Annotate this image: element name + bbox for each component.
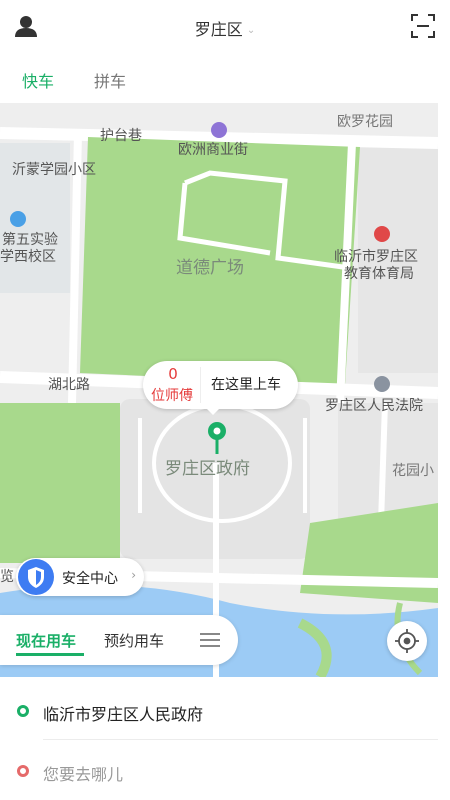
destination-row[interactable]: 您要去哪儿	[0, 741, 450, 799]
safety-center-label: 安全中心	[62, 571, 118, 587]
map-label-daode: 道德广场	[176, 258, 244, 278]
map-label-lan: 览	[0, 569, 14, 585]
top-bar: 罗庄区 ⌄	[0, 0, 450, 56]
driver-count-label: 位师傅	[151, 388, 193, 404]
map-label-ouzhou: 欧洲商业街	[178, 142, 248, 158]
active-tab-underline	[16, 653, 84, 656]
map-label-zhengfu: 罗庄区政府	[165, 459, 250, 479]
map-label-linyi-2: 教育体育局	[344, 266, 414, 282]
city-name: 罗庄区	[194, 20, 243, 39]
destination-placeholder: 您要去哪儿	[43, 765, 124, 784]
tab-pinche[interactable]: 拼车	[94, 68, 126, 92]
locate-icon[interactable]	[387, 621, 427, 661]
map-label-hutaixiang: 护台巷	[100, 128, 142, 144]
pickup-here-label: 在这里上车	[211, 377, 281, 393]
scan-icon[interactable]	[410, 13, 436, 39]
bubble-tail	[205, 407, 221, 415]
map-label-huayuan: 花园小	[392, 463, 434, 479]
safety-center-button[interactable]: 安全中心 ›	[16, 558, 144, 596]
pickup-bubble[interactable]: 0 位师傅 在这里上车	[143, 361, 298, 415]
map-label-yimeng: 沂蒙学园小区	[12, 162, 96, 178]
map-label-hubei: 湖北路	[48, 377, 90, 393]
ride-mode-card: 现在用车 预约用车	[0, 615, 238, 665]
driver-count: 0	[168, 365, 178, 383]
menu-icon[interactable]	[200, 631, 220, 649]
service-tabs: 快车 拼车	[0, 60, 450, 100]
tab-kuaiche[interactable]: 快车	[22, 68, 54, 92]
pickup-address: 临沂市罗庄区人民政府	[43, 705, 204, 724]
tab-reserve[interactable]: 预约用车	[104, 630, 164, 651]
map-label-diwu-2: 学西校区	[0, 249, 56, 265]
address-panel: 临沂市罗庄区人民政府 您要去哪儿	[0, 677, 450, 800]
map-label-ouluohuayuan: 欧罗花园	[337, 114, 393, 130]
city-selector[interactable]: 罗庄区 ⌄	[0, 16, 450, 40]
map-view[interactable]: 护台巷 欧罗花园 欧洲商业街 沂蒙学园小区 第五实验 学西校区 道德广场 临沂市…	[0, 103, 438, 677]
map-label-fayuan: 罗庄区人民法院	[325, 398, 423, 414]
bubble-divider	[200, 367, 201, 403]
chevron-right-icon: ›	[131, 568, 136, 582]
destination-dot-icon	[17, 765, 29, 777]
tab-now[interactable]: 现在用车	[16, 630, 76, 651]
shield-icon	[18, 559, 54, 595]
address-divider	[43, 739, 438, 740]
pickup-dot-icon	[17, 705, 29, 717]
pickup-address-row[interactable]: 临沂市罗庄区人民政府	[0, 681, 450, 739]
chevron-down-icon: ⌄	[246, 25, 256, 36]
app-root: 罗庄区 ⌄ 快车 拼车 护台巷 欧罗花园 欧洲商业街 沂蒙学园小区 第五实验 学…	[0, 0, 450, 800]
